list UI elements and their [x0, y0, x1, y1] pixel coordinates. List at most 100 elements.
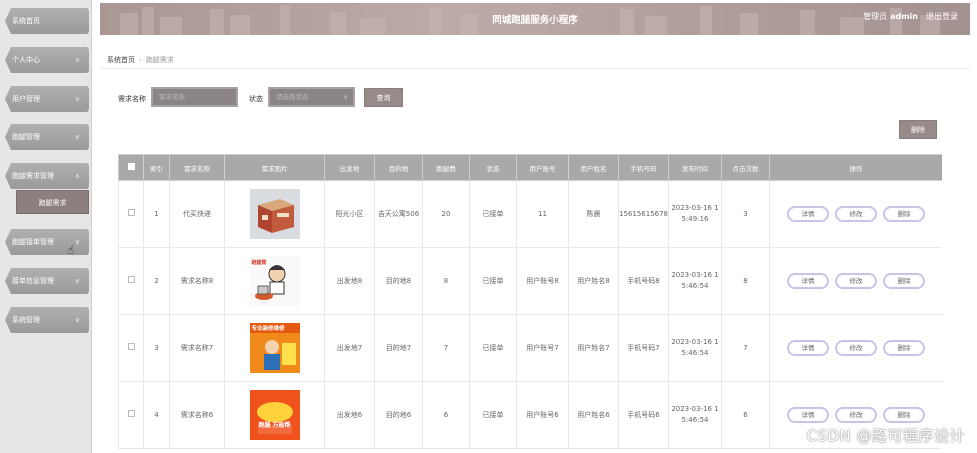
delete-button[interactable]: 删除 — [883, 206, 925, 222]
cell-from: 出发地8 — [324, 247, 375, 315]
table-row: 2 需求名称8 跑腿帮 出发地8 目的地8 8 已接单 用户账号8 用户姓名8 … — [118, 247, 942, 315]
detail-button[interactable]: 详情 — [787, 340, 829, 356]
breadcrumb-home[interactable]: 系统首页 — [107, 56, 135, 64]
courier-cartoon-image: 跑腿帮 — [249, 256, 300, 306]
cell-image — [224, 180, 325, 248]
cell-time: 2023-03-16 15:49:16 — [668, 180, 722, 248]
status-select[interactable]: 请选择状态 ∨ — [268, 87, 355, 107]
table-header-row: 索引 需求名称 需求图片 出发地 目的地 跑腿费 状态 用户账号 用户姓名 手机… — [118, 154, 942, 181]
image-caption: 跑腿帮 — [251, 260, 267, 266]
cell-actions: 详情 修改 删除 — [769, 180, 942, 248]
breadcrumb-current: 跑腿需求 — [145, 56, 174, 64]
logout-link[interactable]: 退出登录 — [926, 12, 958, 21]
sidebar-item-profile[interactable]: 个人中心 ∨ — [5, 47, 89, 73]
detail-button[interactable]: 详情 — [787, 206, 829, 222]
cell-time: 2023-03-16 15:46:54 — [668, 247, 722, 315]
table-row: 1 代买快递 阳光小区 吉天公寓506 20 已接单 11 陈晨 1561561… — [118, 180, 942, 248]
sidebar-item-label: 用户管理 — [12, 95, 40, 103]
row-checkbox[interactable] — [118, 314, 144, 382]
cell-image: 跑腿 万能帮 — [224, 381, 325, 449]
cell-index: 4 — [143, 381, 170, 449]
column-header: 点击次数 — [721, 154, 770, 181]
column-header: 用户账号 — [516, 154, 569, 181]
cell-fee: 20 — [422, 180, 470, 248]
cell-to: 目的地8 — [374, 247, 423, 315]
cell-user: 陈晨 — [568, 180, 619, 248]
name-search-input[interactable]: 需求名称 — [151, 87, 238, 107]
row-checkbox[interactable] — [118, 381, 144, 449]
cell-actions: 详情 修改 删除 — [769, 247, 942, 315]
cell-index: 3 — [143, 314, 170, 382]
cell-name: 代买快递 — [169, 180, 225, 248]
divider — [100, 68, 970, 69]
delete-button[interactable]: 删除 — [883, 273, 925, 289]
cell-phone: 手机号码8 — [618, 247, 669, 315]
column-header: 状态 — [469, 154, 517, 181]
status-label: 状态 — [249, 95, 263, 103]
chevron-up-icon: ∧ — [74, 172, 80, 180]
cell-clicks: 6 — [721, 381, 770, 449]
detail-button[interactable]: 详情 — [787, 273, 829, 289]
chevron-down-icon: ∨ — [74, 56, 80, 64]
sidebar-item-label: 跑腿接单管理 — [12, 238, 54, 246]
cell-actions: 详情 修改 删除 — [769, 314, 942, 382]
sidebar-item-order-taking[interactable]: 跑腿接单管理 ∨ — [5, 229, 89, 255]
delete-button[interactable]: 删除 — [883, 340, 925, 356]
sidebar-subitem-errand-requests[interactable]: 跑腿需求 — [16, 190, 89, 214]
column-header: 出发地 — [324, 154, 375, 181]
cell-account: 11 — [516, 180, 569, 248]
chevron-down-icon: ∨ — [74, 277, 80, 285]
edit-button[interactable]: 修改 — [835, 206, 877, 222]
sidebar-item-home[interactable]: 系统首页 — [5, 8, 89, 34]
cell-image: 专业装修维修 — [224, 314, 325, 382]
cell-index: 2 — [143, 247, 170, 315]
sidebar-item-order-info[interactable]: 接单信息管理 ∨ — [5, 268, 89, 294]
header-banner: 同城跑腿服务小程序 管理员 admin 退出登录 — [100, 3, 970, 35]
sidebar: 系统首页 个人中心 ∨ 用户管理 ∨ 跑腿管理 ∨ 跑腿需求管理 ∧ 跑腿需求 跑腿接单… — [0, 0, 92, 453]
column-header: 目的地 — [374, 154, 423, 181]
breadcrumb-separator: › — [139, 56, 142, 64]
sidebar-item-users[interactable]: 用户管理 ∨ — [5, 86, 89, 112]
sidebar-item-system[interactable]: 系统管理 ∨ — [5, 307, 89, 333]
edit-button[interactable]: 修改 — [835, 340, 877, 356]
cell-name: 需求名称7 — [169, 314, 225, 382]
search-button[interactable]: 查询 — [364, 88, 403, 107]
watermark: CSDN @路可程序设计 — [806, 427, 965, 445]
cell-from: 阳光小区 — [324, 180, 375, 248]
user-role: 管理员 — [863, 12, 888, 21]
cell-user: 用户姓名7 — [568, 314, 619, 382]
errand-logo-image: 跑腿 万能帮 — [249, 390, 300, 440]
cell-user: 用户姓名6 — [568, 381, 619, 449]
column-header: 需求名称 — [169, 154, 225, 181]
column-header: 手机号码 — [618, 154, 669, 181]
hand-cursor-icon: ☝ — [67, 243, 75, 257]
batch-delete-button[interactable]: 删除 — [899, 120, 937, 139]
cell-account: 用户账号7 — [516, 314, 569, 382]
parcel-box-image — [249, 189, 300, 239]
column-header: 索引 — [143, 154, 170, 181]
sidebar-item-label: 系统首页 — [12, 17, 40, 25]
detail-button[interactable]: 详情 — [787, 407, 829, 423]
cell-image: 跑腿帮 — [224, 247, 325, 315]
edit-button[interactable]: 修改 — [835, 273, 877, 289]
row-checkbox[interactable] — [118, 247, 144, 315]
cell-status: 已接单 — [469, 247, 517, 315]
username: admin — [890, 12, 918, 21]
cell-time: 2023-03-16 15:46:54 — [668, 314, 722, 382]
delete-button[interactable]: 删除 — [883, 407, 925, 423]
select-all-checkbox[interactable] — [118, 154, 144, 181]
cell-from: 出发地7 — [324, 314, 375, 382]
chevron-down-icon: ∨ — [343, 93, 348, 101]
edit-button[interactable]: 修改 — [835, 407, 877, 423]
sidebar-item-label: 接单信息管理 — [12, 277, 54, 285]
sidebar-item-label: 跑腿管理 — [12, 133, 40, 141]
column-header: 跑腿费 — [422, 154, 470, 181]
sidebar-item-label: 跑腿需求管理 — [12, 172, 54, 180]
row-checkbox[interactable] — [118, 180, 144, 248]
column-header: 需求图片 — [224, 154, 325, 181]
cell-account: 用户账号6 — [516, 381, 569, 449]
cell-time: 2023-03-16 15:46:54 — [668, 381, 722, 449]
sidebar-item-errands[interactable]: 跑腿管理 ∨ — [5, 124, 89, 150]
cell-status: 已接单 — [469, 381, 517, 449]
sidebar-item-errand-requests[interactable]: 跑腿需求管理 ∧ — [5, 163, 89, 189]
